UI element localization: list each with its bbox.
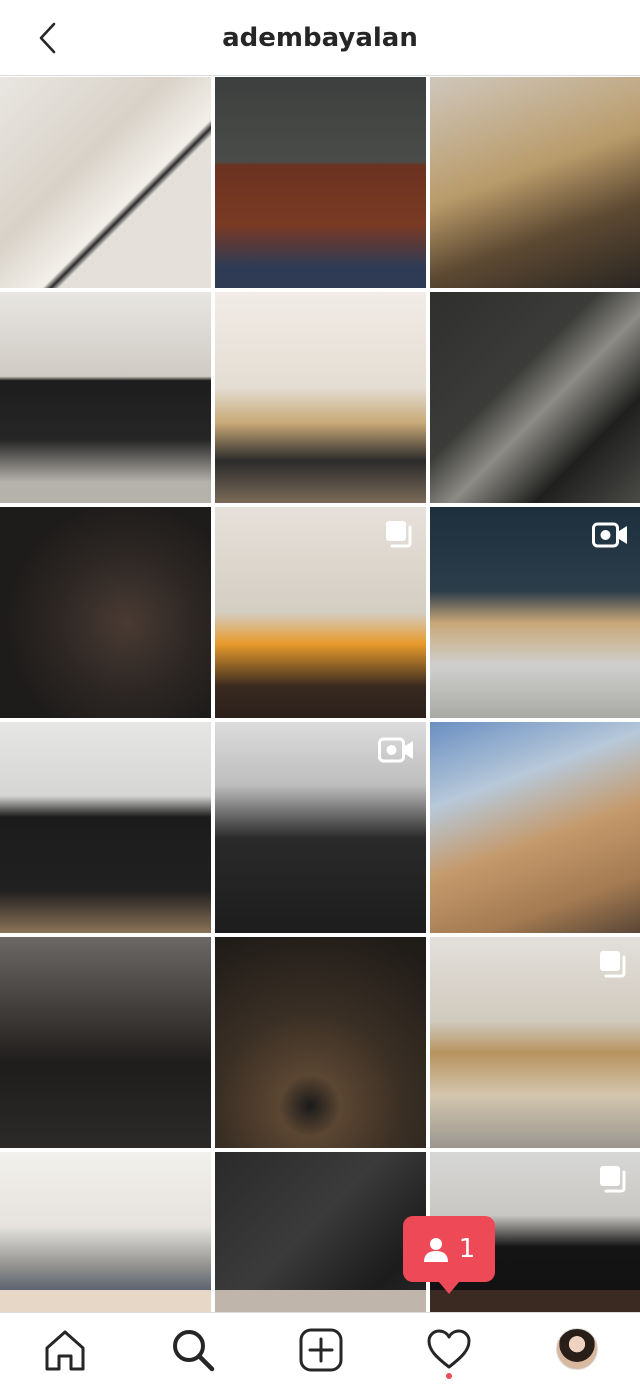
- carousel-icon: [600, 1166, 626, 1193]
- photo-tile[interactable]: [0, 77, 211, 288]
- posts-grid-partial-row: [0, 1290, 640, 1312]
- top-header: adembayalan: [0, 0, 640, 76]
- photo-tile[interactable]: [0, 507, 211, 718]
- photo-tile[interactable]: [430, 722, 640, 933]
- video-icon: [378, 737, 413, 763]
- bottom-tab-bar: [0, 1312, 640, 1386]
- photo-tile[interactable]: [215, 722, 426, 933]
- photo-tile[interactable]: [215, 507, 426, 718]
- photo-tile[interactable]: [215, 292, 426, 503]
- photo-tile[interactable]: [0, 722, 211, 933]
- person-icon: [423, 1238, 448, 1262]
- add-post-icon[interactable]: [298, 1327, 344, 1373]
- photo-tile-partial[interactable]: [215, 1290, 426, 1312]
- photo-tile[interactable]: [0, 292, 211, 503]
- photo-tile[interactable]: [430, 507, 640, 718]
- photo-tile[interactable]: [430, 937, 640, 1148]
- photo-tile-partial[interactable]: [430, 1290, 640, 1312]
- activity-notification-bubble[interactable]: 1: [403, 1216, 495, 1294]
- posts-grid: [0, 77, 640, 1363]
- photo-tile[interactable]: [430, 77, 640, 288]
- video-icon: [592, 522, 627, 548]
- search-icon[interactable]: [170, 1327, 216, 1373]
- photo-tile-partial[interactable]: [0, 1290, 211, 1312]
- photo-tile[interactable]: [215, 937, 426, 1148]
- profile-avatar[interactable]: [556, 1328, 598, 1370]
- photo-tile[interactable]: [215, 77, 426, 288]
- photo-tile[interactable]: [0, 937, 211, 1148]
- page-title: adembayalan: [222, 23, 418, 53]
- photo-tile[interactable]: [430, 292, 640, 503]
- home-icon[interactable]: [42, 1327, 88, 1373]
- notification-count: 1: [458, 1234, 476, 1264]
- carousel-icon: [386, 521, 412, 548]
- activity-dot: [446, 1373, 452, 1379]
- carousel-icon: [600, 951, 626, 978]
- heart-icon[interactable]: [426, 1327, 472, 1373]
